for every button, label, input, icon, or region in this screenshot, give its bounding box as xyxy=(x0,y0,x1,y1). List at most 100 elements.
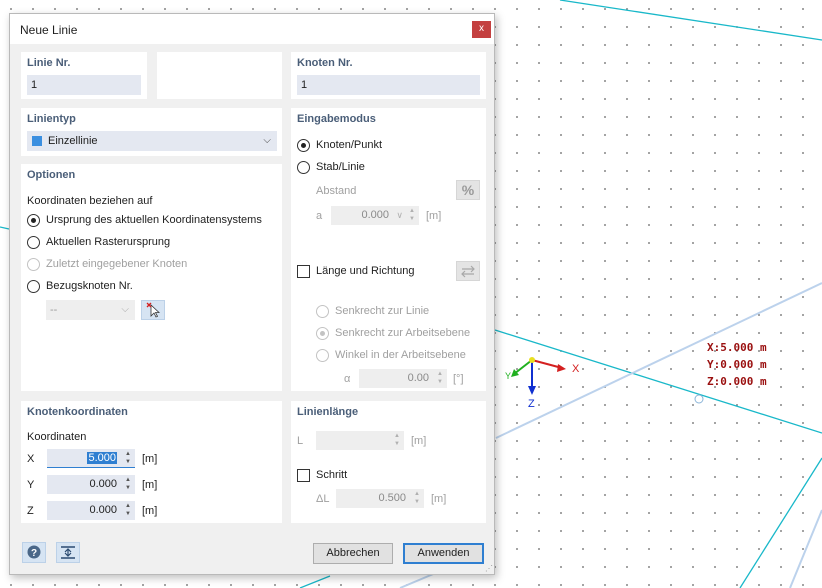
y-axis-arrow xyxy=(513,359,533,375)
line-type-label: Linientyp xyxy=(27,113,76,125)
x-coord-unit: [m] xyxy=(142,453,158,465)
alpha-spinner[interactable]: ▲ ▼ xyxy=(435,370,445,387)
readout-y: Y:0.000 m xyxy=(707,358,767,371)
reference-node-select[interactable]: -- ⌵ xyxy=(46,300,135,320)
input-mode-label: Eingabemodus xyxy=(297,113,376,125)
node-number-input[interactable]: 1 xyxy=(297,75,480,95)
apply-button[interactable]: Anwenden xyxy=(403,543,484,564)
alpha-value: 0.00 xyxy=(407,372,429,384)
node-number-label: Knoten Nr. xyxy=(297,57,353,69)
l-unit: [m] xyxy=(411,435,427,447)
delta-l-spinner[interactable]: ▲ ▼ xyxy=(412,490,422,507)
y-coord-input[interactable]: 0.000 ▲ ▼ xyxy=(47,475,135,494)
cancel-button[interactable]: Abbrechen xyxy=(313,543,393,564)
node-marker xyxy=(694,394,704,404)
coordinates-label: Koordinaten xyxy=(27,431,87,443)
radio-perp-line-label: Senkrecht zur Linie xyxy=(335,305,430,317)
dialog-title: Neue Linie xyxy=(20,23,78,37)
a-unit: [m] xyxy=(426,210,442,222)
empty-panel xyxy=(157,52,282,99)
pick-node-button[interactable] xyxy=(141,300,165,320)
step-label: Schritt xyxy=(316,469,348,481)
a-input[interactable]: 0.000 ∨ ▲ ▼ xyxy=(331,206,419,225)
radio-last-node[interactable] xyxy=(27,258,40,271)
line-number-input[interactable]: 1 xyxy=(27,75,141,95)
svg-text:?: ? xyxy=(31,548,37,559)
x-axis-arrow xyxy=(531,359,563,369)
length-spinner[interactable]: ▲ ▼ xyxy=(392,432,402,449)
x-coord-spinner[interactable]: ▲ ▼ xyxy=(123,450,133,467)
radio-reference-node-label: Bezugsknoten Nr. xyxy=(46,280,133,292)
node-number-panel: Knoten Nr. 1 xyxy=(291,52,486,99)
x-coord-label: X xyxy=(27,453,35,465)
y-coord-spinner[interactable]: ▲ ▼ xyxy=(123,476,133,493)
reference-node-value: -- xyxy=(50,304,58,316)
z-coord-input[interactable]: 0.000 ▲ ▼ xyxy=(47,501,135,520)
line-number-panel: Linie Nr. 1 xyxy=(21,52,147,99)
line-type-select[interactable]: Einzellinie ⌵ xyxy=(27,131,277,151)
step-checkbox[interactable] xyxy=(297,469,310,482)
diagonal-line xyxy=(495,282,822,439)
z-axis-label: Z xyxy=(528,398,535,410)
radio-origin[interactable] xyxy=(27,214,40,227)
coordinate-readout: X:5.000 m Y:0.000 m Z:0.000 m xyxy=(707,339,767,390)
chevron-down-icon: ⌵ xyxy=(121,304,129,315)
chevron-down-icon: ∨ xyxy=(396,210,403,220)
radio-perp-plane[interactable] xyxy=(316,327,329,340)
length-direction-label: Länge und Richtung xyxy=(316,265,415,277)
radio-member-line[interactable] xyxy=(297,161,310,174)
delta-l-unit: [m] xyxy=(431,493,447,505)
radio-node-point[interactable] xyxy=(297,139,310,152)
readout-x: X:5.000 m xyxy=(707,341,767,354)
lower-line-2 xyxy=(789,509,822,588)
z-coord-unit: [m] xyxy=(142,505,158,517)
origin-marker xyxy=(529,357,535,363)
help-icon: ? xyxy=(27,545,41,559)
length-input[interactable]: ▲ ▼ xyxy=(316,431,404,450)
line-length-label: Linienlänge xyxy=(297,406,359,418)
radio-reference-node[interactable] xyxy=(27,280,40,293)
dialog-titlebar[interactable]: Neue Linie x xyxy=(10,14,494,44)
radio-node-point-label: Knoten/Punkt xyxy=(316,139,383,151)
a-spinner[interactable]: ▲ ▼ xyxy=(407,207,417,224)
options-label: Optionen xyxy=(27,169,76,181)
direction-button[interactable] xyxy=(456,261,480,281)
x-coord-value: 5.000 xyxy=(87,452,117,464)
y-axis-label: Y xyxy=(505,371,512,381)
upper-line xyxy=(559,0,822,41)
alpha-input[interactable]: 0.00 ▲ ▼ xyxy=(359,369,447,388)
alpha-label: α xyxy=(344,373,351,385)
y-coord-value: 0.000 xyxy=(89,478,117,490)
x-axis-line xyxy=(494,329,822,434)
percent-button[interactable]: % xyxy=(456,180,480,200)
distance-label: Abstand xyxy=(316,185,357,197)
node-coordinates-panel: Knotenkoordinaten Koordinaten X 5.000 ▲ ▼… xyxy=(21,401,282,523)
delta-l-input[interactable]: 0.500 ▲ ▼ xyxy=(336,489,424,508)
dialog-layout-button[interactable] xyxy=(56,542,80,563)
x-coord-input[interactable]: 5.000 ▲ ▼ xyxy=(47,449,135,468)
node-coordinates-label: Knotenkoordinaten xyxy=(27,406,128,418)
lower-line xyxy=(739,457,822,588)
radio-perp-line[interactable] xyxy=(316,305,329,318)
y-coord-label: Y xyxy=(27,479,35,491)
z-coord-value: 0.000 xyxy=(89,504,117,516)
bottom-line xyxy=(299,575,331,588)
length-direction-checkbox[interactable] xyxy=(297,265,310,278)
resize-grip-icon[interactable]: ⋰ xyxy=(485,564,493,573)
input-mode-panel: Eingabemodus Knoten/Punkt Stab/Linie Abs… xyxy=(291,108,486,391)
close-button[interactable]: x xyxy=(472,21,491,38)
z-coord-label: Z xyxy=(27,505,34,517)
delta-l-value: 0.500 xyxy=(378,492,406,504)
z-coord-spinner[interactable]: ▲ ▼ xyxy=(123,502,133,519)
radio-grid-origin[interactable] xyxy=(27,236,40,249)
help-button[interactable]: ? xyxy=(22,542,46,563)
y-coord-unit: [m] xyxy=(142,479,158,491)
radio-origin-label: Ursprung des aktuellen Koordinatensystem… xyxy=(46,214,262,226)
line-type-value: Einzellinie xyxy=(48,135,98,147)
line-number-label: Linie Nr. xyxy=(27,57,71,69)
swap-arrows-icon xyxy=(461,265,475,278)
pick-cursor-icon xyxy=(146,302,161,318)
options-panel: Optionen Koordinaten beziehen auf Urspru… xyxy=(21,164,282,391)
radio-angle-plane[interactable] xyxy=(316,349,329,362)
readout-z: Z:0.000 m xyxy=(707,375,767,388)
